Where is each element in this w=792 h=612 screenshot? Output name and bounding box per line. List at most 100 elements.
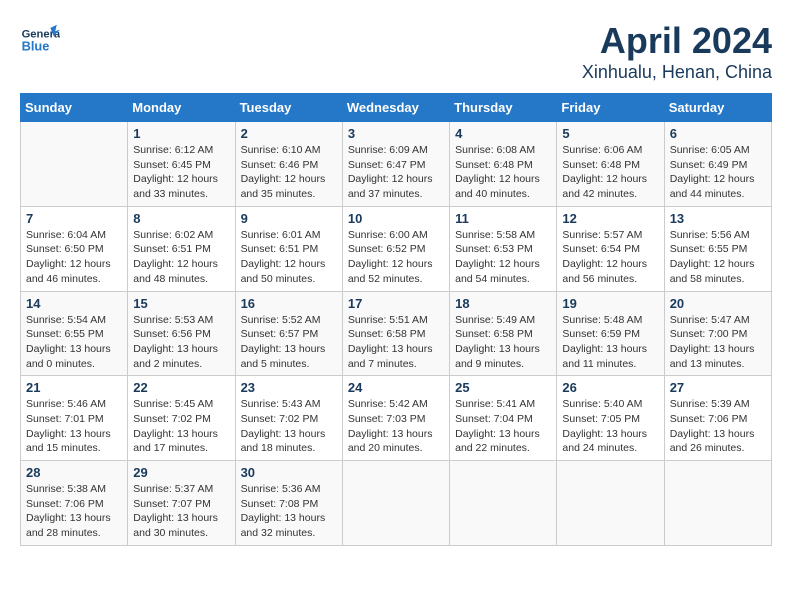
calendar-week-2: 7 Sunrise: 6:04 AM Sunset: 6:50 PM Daylig…: [21, 206, 772, 291]
day-number: 22: [133, 380, 229, 395]
calendar-week-3: 14 Sunrise: 5:54 AM Sunset: 6:55 PM Dayli…: [21, 291, 772, 376]
calendar-cell: [342, 461, 449, 546]
calendar-cell: 3 Sunrise: 6:09 AM Sunset: 6:47 PM Daylig…: [342, 122, 449, 207]
calendar-table: SundayMondayTuesdayWednesdayThursdayFrid…: [20, 93, 772, 546]
calendar-cell: 27 Sunrise: 5:39 AM Sunset: 7:06 PM Dayli…: [664, 376, 771, 461]
calendar-header: SundayMondayTuesdayWednesdayThursdayFrid…: [21, 94, 772, 122]
day-info: Sunrise: 5:43 AM Sunset: 7:02 PM Dayligh…: [241, 397, 337, 456]
day-info: Sunrise: 5:58 AM Sunset: 6:53 PM Dayligh…: [455, 228, 551, 287]
column-header-saturday: Saturday: [664, 94, 771, 122]
column-header-monday: Monday: [128, 94, 235, 122]
logo-icon: General Blue: [20, 20, 60, 60]
calendar-cell: 18 Sunrise: 5:49 AM Sunset: 6:58 PM Dayli…: [450, 291, 557, 376]
calendar-cell: 22 Sunrise: 5:45 AM Sunset: 7:02 PM Dayli…: [128, 376, 235, 461]
page-subtitle: Xinhualu, Henan, China: [582, 62, 772, 83]
day-number: 17: [348, 296, 444, 311]
svg-text:Blue: Blue: [22, 38, 50, 53]
column-header-wednesday: Wednesday: [342, 94, 449, 122]
title-block: April 2024 Xinhualu, Henan, China: [582, 20, 772, 83]
day-number: 25: [455, 380, 551, 395]
calendar-cell: 2Sunrise: 6:10 AM Sunset: 6:46 PM Daylig…: [235, 122, 342, 207]
day-number: 19: [562, 296, 658, 311]
calendar-cell: 12Sunrise: 5:57 AM Sunset: 6:54 PM Dayli…: [557, 206, 664, 291]
calendar-cell: [450, 461, 557, 546]
day-number: 30: [241, 465, 337, 480]
page-title: April 2024: [582, 20, 772, 62]
day-info: Sunrise: 6:08 AM Sunset: 6:48 PM Dayligh…: [455, 143, 551, 202]
day-number: 5: [562, 126, 658, 141]
day-info: Sunrise: 6:12 AM Sunset: 6:45 PM Dayligh…: [133, 143, 229, 202]
calendar-cell: 29 Sunrise: 5:37 AM Sunset: 7:07 PM Dayli…: [128, 461, 235, 546]
day-info: Sunrise: 5:49 AM Sunset: 6:58 PM Dayligh…: [455, 313, 551, 372]
day-info: Sunrise: 5:57 AM Sunset: 6:54 PM Dayligh…: [562, 228, 658, 287]
calendar-cell: 8 Sunrise: 6:02 AM Sunset: 6:51 PM Daylig…: [128, 206, 235, 291]
day-info: Sunrise: 6:09 AM Sunset: 6:47 PM Dayligh…: [348, 143, 444, 202]
day-info: Sunrise: 6:01 AM Sunset: 6:51 PM Dayligh…: [241, 228, 337, 287]
day-info: Sunrise: 6:00 AM Sunset: 6:52 PM Dayligh…: [348, 228, 444, 287]
calendar-cell: [664, 461, 771, 546]
day-info: Sunrise: 5:52 AM Sunset: 6:57 PM Dayligh…: [241, 313, 337, 372]
day-number: 11: [455, 211, 551, 226]
day-number: 28: [26, 465, 122, 480]
calendar-cell: 20 Sunrise: 5:47 AM Sunset: 7:00 PM Dayli…: [664, 291, 771, 376]
day-number: 15: [133, 296, 229, 311]
calendar-cell: 7 Sunrise: 6:04 AM Sunset: 6:50 PM Daylig…: [21, 206, 128, 291]
page-header: General Blue April 2024 Xinhualu, Henan,…: [20, 20, 772, 83]
day-number: 3: [348, 126, 444, 141]
day-info: Sunrise: 5:38 AM Sunset: 7:06 PM Dayligh…: [26, 482, 122, 541]
day-info: Sunrise: 5:54 AM Sunset: 6:55 PM Dayligh…: [26, 313, 122, 372]
day-number: 20: [670, 296, 766, 311]
column-header-thursday: Thursday: [450, 94, 557, 122]
day-number: 2: [241, 126, 337, 141]
calendar-cell: 17 Sunrise: 5:51 AM Sunset: 6:58 PM Dayli…: [342, 291, 449, 376]
day-info: Sunrise: 6:02 AM Sunset: 6:51 PM Dayligh…: [133, 228, 229, 287]
day-number: 16: [241, 296, 337, 311]
day-number: 27: [670, 380, 766, 395]
day-number: 18: [455, 296, 551, 311]
day-info: Sunrise: 5:46 AM Sunset: 7:01 PM Dayligh…: [26, 397, 122, 456]
day-info: Sunrise: 5:45 AM Sunset: 7:02 PM Dayligh…: [133, 397, 229, 456]
calendar-cell: 13Sunrise: 5:56 AM Sunset: 6:55 PM Dayli…: [664, 206, 771, 291]
calendar-cell: 30 Sunrise: 5:36 AM Sunset: 7:08 PM Dayli…: [235, 461, 342, 546]
calendar-cell: 11 Sunrise: 5:58 AM Sunset: 6:53 PM Dayli…: [450, 206, 557, 291]
calendar-cell: 19 Sunrise: 5:48 AM Sunset: 6:59 PM Dayli…: [557, 291, 664, 376]
calendar-cell: 15 Sunrise: 5:53 AM Sunset: 6:56 PM Dayli…: [128, 291, 235, 376]
day-info: Sunrise: 5:56 AM Sunset: 6:55 PM Dayligh…: [670, 228, 766, 287]
day-info: Sunrise: 6:06 AM Sunset: 6:48 PM Dayligh…: [562, 143, 658, 202]
calendar-cell: 6Sunrise: 6:05 AM Sunset: 6:49 PM Daylig…: [664, 122, 771, 207]
day-info: Sunrise: 5:51 AM Sunset: 6:58 PM Dayligh…: [348, 313, 444, 372]
calendar-cell: [21, 122, 128, 207]
day-info: Sunrise: 5:48 AM Sunset: 6:59 PM Dayligh…: [562, 313, 658, 372]
day-info: Sunrise: 5:53 AM Sunset: 6:56 PM Dayligh…: [133, 313, 229, 372]
calendar-cell: 4Sunrise: 6:08 AM Sunset: 6:48 PM Daylig…: [450, 122, 557, 207]
day-info: Sunrise: 5:36 AM Sunset: 7:08 PM Dayligh…: [241, 482, 337, 541]
calendar-cell: 28 Sunrise: 5:38 AM Sunset: 7:06 PM Dayli…: [21, 461, 128, 546]
day-info: Sunrise: 5:47 AM Sunset: 7:00 PM Dayligh…: [670, 313, 766, 372]
day-number: 23: [241, 380, 337, 395]
day-number: 9: [241, 211, 337, 226]
day-info: Sunrise: 5:37 AM Sunset: 7:07 PM Dayligh…: [133, 482, 229, 541]
day-info: Sunrise: 5:39 AM Sunset: 7:06 PM Dayligh…: [670, 397, 766, 456]
calendar-cell: 10Sunrise: 6:00 AM Sunset: 6:52 PM Dayli…: [342, 206, 449, 291]
day-number: 29: [133, 465, 229, 480]
calendar-cell: 16 Sunrise: 5:52 AM Sunset: 6:57 PM Dayli…: [235, 291, 342, 376]
calendar-week-1: 1 Sunrise: 6:12 AM Sunset: 6:45 PM Daylig…: [21, 122, 772, 207]
calendar-week-4: 21 Sunrise: 5:46 AM Sunset: 7:01 PM Dayli…: [21, 376, 772, 461]
day-number: 24: [348, 380, 444, 395]
day-number: 6: [670, 126, 766, 141]
day-number: 26: [562, 380, 658, 395]
day-number: 8: [133, 211, 229, 226]
day-number: 7: [26, 211, 122, 226]
day-info: Sunrise: 6:04 AM Sunset: 6:50 PM Dayligh…: [26, 228, 122, 287]
calendar-body: 1 Sunrise: 6:12 AM Sunset: 6:45 PM Daylig…: [21, 122, 772, 546]
calendar-cell: 21 Sunrise: 5:46 AM Sunset: 7:01 PM Dayli…: [21, 376, 128, 461]
calendar-cell: 24 Sunrise: 5:42 AM Sunset: 7:03 PM Dayli…: [342, 376, 449, 461]
day-number: 14: [26, 296, 122, 311]
day-info: Sunrise: 5:40 AM Sunset: 7:05 PM Dayligh…: [562, 397, 658, 456]
day-number: 21: [26, 380, 122, 395]
day-number: 1: [133, 126, 229, 141]
column-header-sunday: Sunday: [21, 94, 128, 122]
calendar-cell: 9 Sunrise: 6:01 AM Sunset: 6:51 PM Daylig…: [235, 206, 342, 291]
calendar-cell: 23 Sunrise: 5:43 AM Sunset: 7:02 PM Dayli…: [235, 376, 342, 461]
day-info: Sunrise: 5:42 AM Sunset: 7:03 PM Dayligh…: [348, 397, 444, 456]
